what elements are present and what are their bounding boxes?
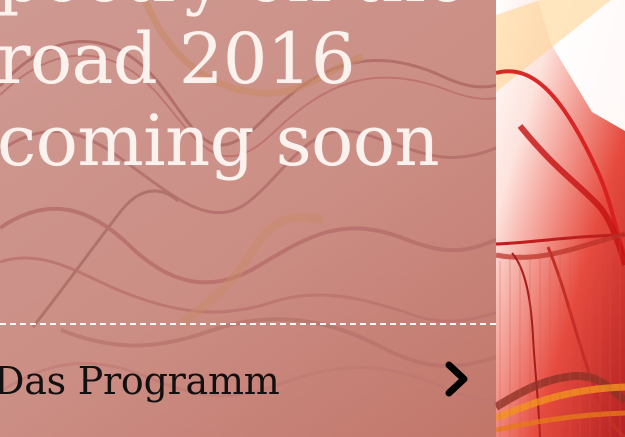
dashed-divider: [0, 323, 496, 325]
headline-line-poetry: poetry on the: [0, 0, 496, 18]
headline-line-coming-soon: coming soon: [0, 100, 440, 182]
program-label: Das Programm: [0, 359, 280, 403]
poetry-festival-promo: poetry on the road 2016 coming soon Das …: [0, 0, 625, 437]
chevron-right-icon: [445, 361, 468, 397]
headline-line-road: road 2016: [0, 18, 356, 100]
event-headline: poetry on the road 2016 coming soon: [0, 0, 496, 182]
promo-panel: poetry on the road 2016 coming soon Das …: [0, 0, 496, 437]
program-link[interactable]: Das Programm: [0, 326, 496, 437]
